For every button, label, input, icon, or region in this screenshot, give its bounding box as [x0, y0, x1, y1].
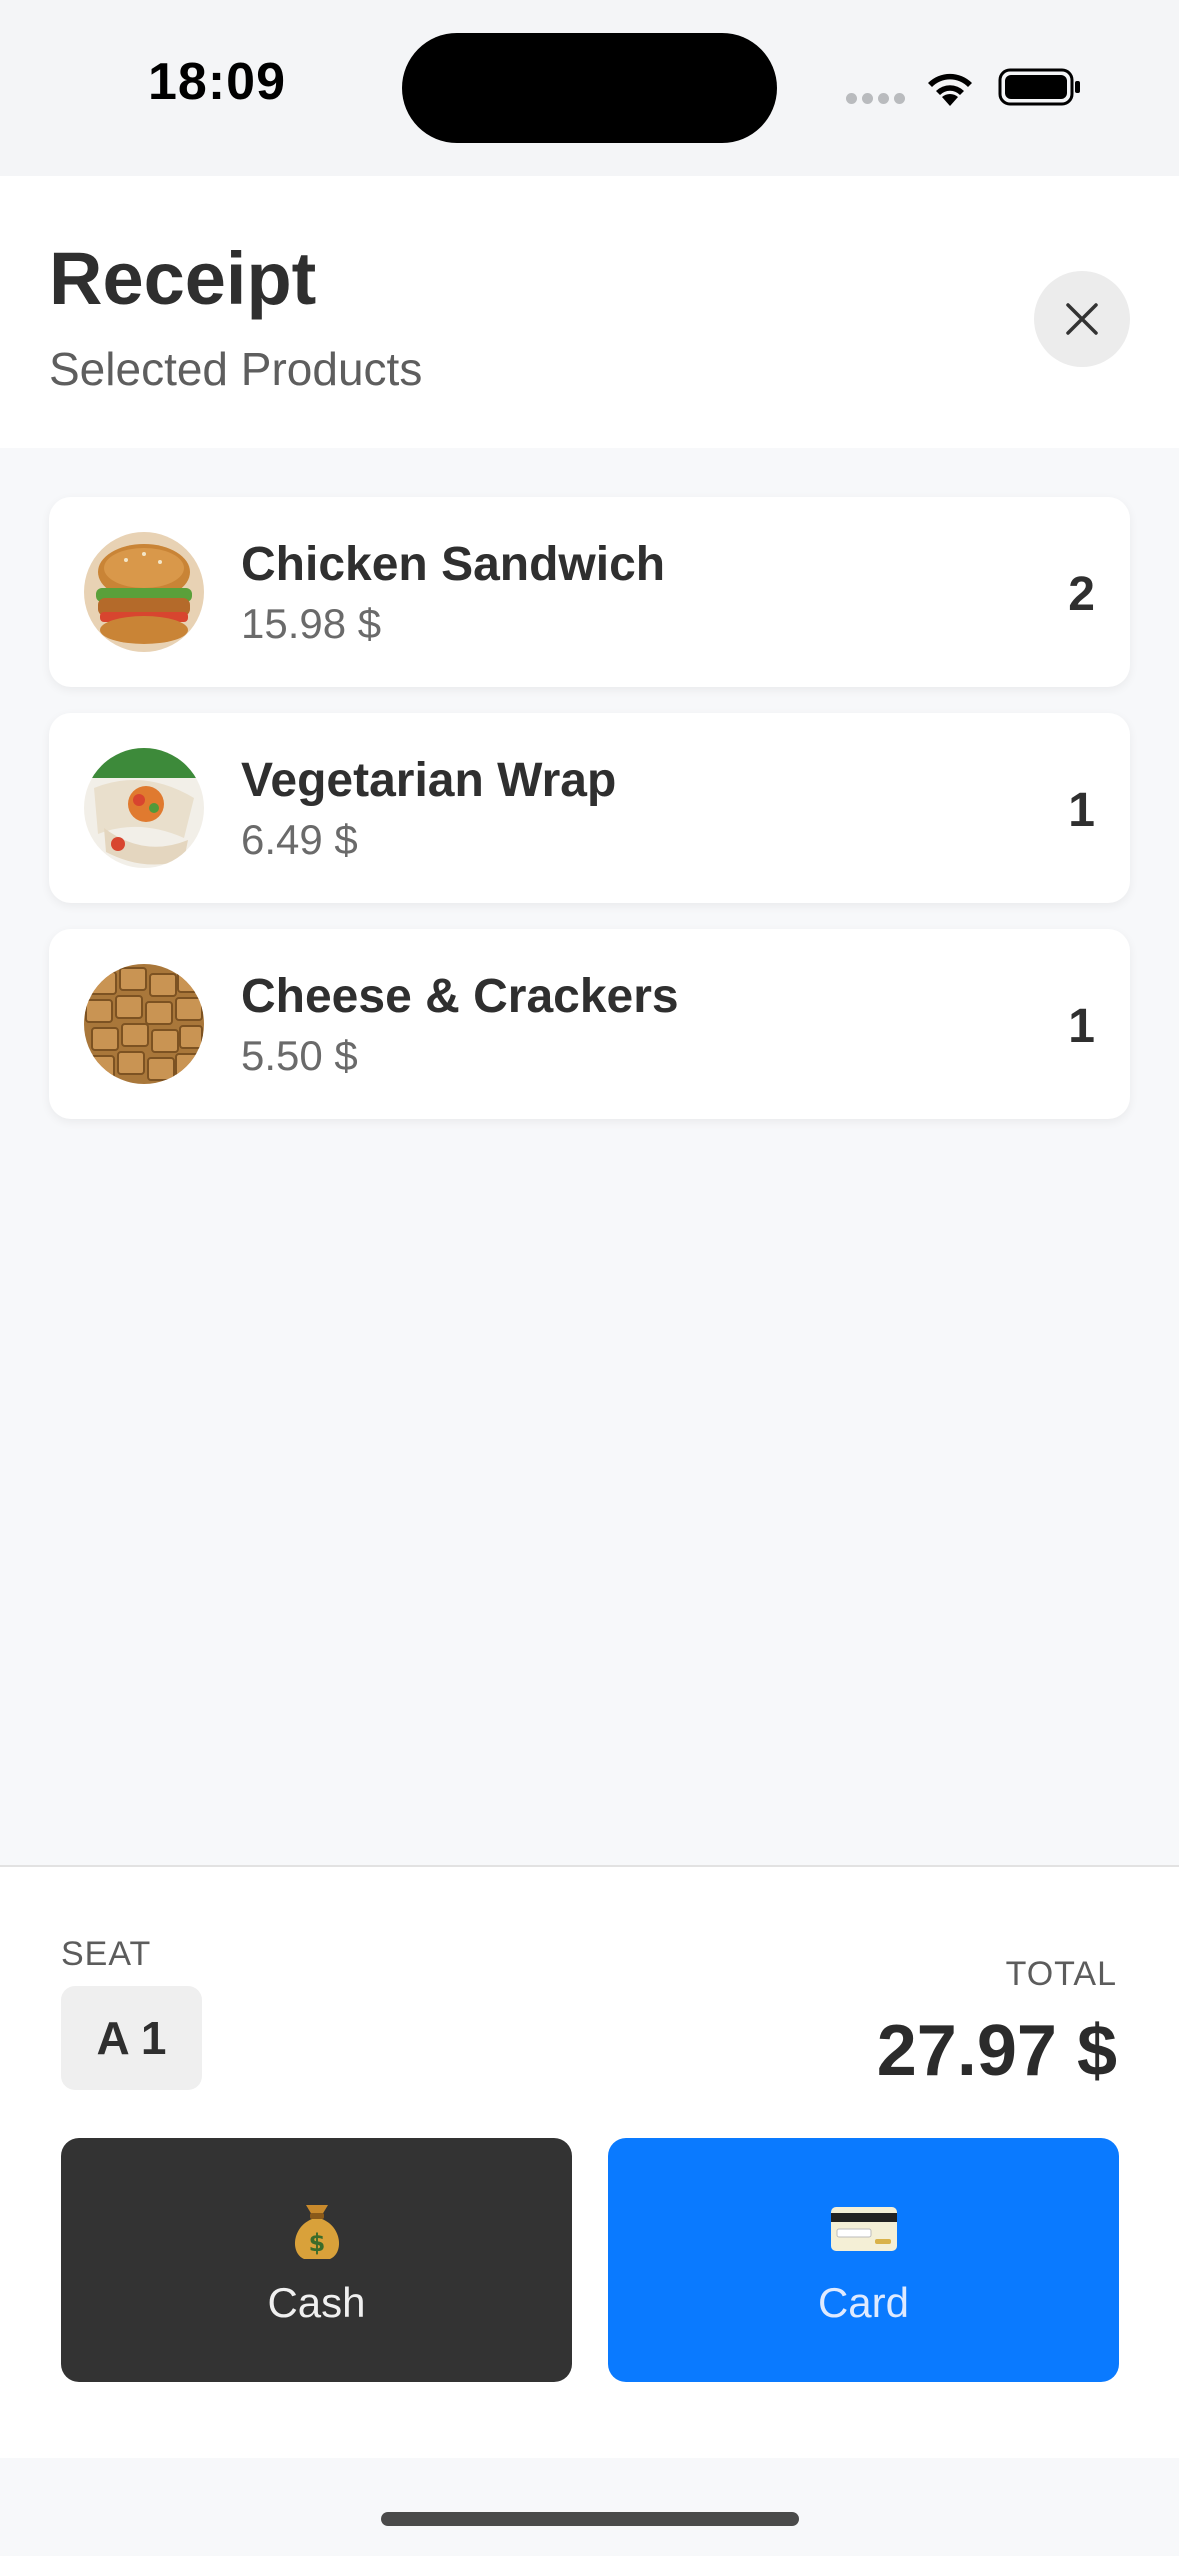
status-time: 18:09	[148, 53, 286, 111]
chicken-sandwich-image	[84, 532, 204, 652]
list-item[interactable]: Chicken Sandwich 15.98 $ 2	[49, 497, 1130, 687]
cash-button[interactable]: $ Cash	[61, 2138, 572, 2382]
item-quantity: 1	[1068, 1000, 1095, 1053]
card-button[interactable]: Card	[608, 2138, 1119, 2382]
close-button[interactable]	[1034, 271, 1130, 367]
item-quantity: 2	[1068, 568, 1095, 621]
receipt-screen: 18:09 Receipt Selected Products Chicken …	[0, 0, 1179, 2556]
cellular-signal-icon	[846, 93, 906, 105]
money-bag-icon: $	[294, 2205, 339, 2259]
credit-card-icon	[830, 2207, 897, 2251]
card-label: Card	[817, 2279, 910, 2326]
item-price: 15.98 $	[241, 600, 382, 647]
item-name: Vegetarian Wrap	[241, 754, 617, 807]
status-bar: 18:09	[0, 0, 1179, 176]
list-item[interactable]: Cheese & Crackers 5.50 $ 1	[49, 929, 1130, 1119]
vegetarian-wrap-image	[84, 748, 204, 868]
page-title: Receipt	[49, 237, 317, 320]
battery-icon	[998, 68, 1080, 106]
checkout-panel: SEAT A 1 TOTAL 27.97 $ $ Cash Card	[0, 1865, 1179, 2458]
wifi-icon	[928, 73, 972, 106]
close-icon	[1066, 303, 1098, 335]
svg-text:$: $	[308, 2229, 325, 2257]
seat-badge: A 1	[61, 1986, 202, 2090]
list-item[interactable]: Vegetarian Wrap 6.49 $ 1	[49, 713, 1130, 903]
seat-label: SEAT	[61, 1935, 152, 1973]
item-price: 5.50 $	[241, 1032, 358, 1079]
receipt-header: Receipt Selected Products	[0, 176, 1179, 448]
item-quantity: 1	[1068, 784, 1095, 837]
total-value: 27.97 $	[876, 2011, 1117, 2091]
item-price: 6.49 $	[241, 816, 358, 863]
cheese-crackers-image	[84, 964, 204, 1084]
total-label: TOTAL	[1005, 1955, 1117, 1993]
home-indicator[interactable]	[381, 2512, 799, 2526]
dynamic-island	[402, 33, 777, 143]
item-name: Cheese & Crackers	[241, 970, 679, 1023]
cash-label: Cash	[267, 2279, 366, 2326]
page-subtitle: Selected Products	[49, 343, 423, 395]
selected-products-list: Chicken Sandwich 15.98 $ 2 Vegetarian Wr…	[49, 497, 1130, 1145]
item-name: Chicken Sandwich	[241, 538, 666, 591]
